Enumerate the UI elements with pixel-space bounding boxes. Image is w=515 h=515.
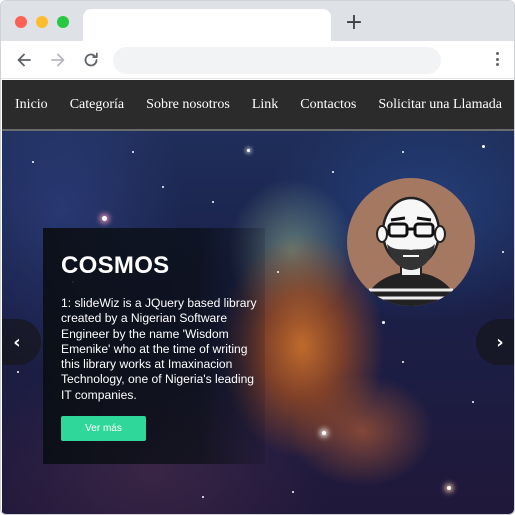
browser-window: + Inicio Categoría Sobre nosotros Link C… xyxy=(0,0,515,515)
avatar-illustration xyxy=(347,178,475,306)
back-arrow-icon[interactable] xyxy=(14,50,34,70)
maximize-window-button[interactable] xyxy=(57,16,69,28)
site-navbar: Inicio Categoría Sobre nosotros Link Con… xyxy=(2,80,514,131)
close-window-button[interactable] xyxy=(15,16,27,28)
nav-item-contactos[interactable]: Contactos xyxy=(300,80,356,130)
slide-caption: COSMOS 1: slideWiz is a JQuery based lib… xyxy=(43,228,265,464)
address-bar[interactable] xyxy=(113,47,441,74)
chevron-left-icon: ‹ xyxy=(13,331,21,353)
prev-slide-button[interactable]: ‹ xyxy=(2,319,41,365)
slide-description: 1: slideWiz is a JQuery based library cr… xyxy=(61,296,257,402)
nav-item-categoria[interactable]: Categoría xyxy=(70,80,124,130)
reload-icon[interactable] xyxy=(81,50,101,70)
nav-item-inicio[interactable]: Inicio xyxy=(15,80,48,130)
minimize-window-button[interactable] xyxy=(36,16,48,28)
next-slide-button[interactable]: › xyxy=(476,319,514,365)
nav-item-solicitar-llamada[interactable]: Solicitar una Llamada xyxy=(378,80,502,130)
chevron-right-icon: › xyxy=(496,331,504,353)
read-more-button[interactable]: Ver más xyxy=(61,416,146,442)
more-vert-icon[interactable] xyxy=(496,52,500,68)
hero-slider: COSMOS 1: slideWiz is a JQuery based lib… xyxy=(2,131,514,514)
forward-arrow-icon[interactable] xyxy=(48,50,68,70)
nav-item-sobre-nosotros[interactable]: Sobre nosotros xyxy=(146,80,230,130)
tab-strip: + xyxy=(1,1,514,42)
new-tab-button[interactable]: + xyxy=(343,12,365,34)
slide-title: COSMOS xyxy=(61,252,170,279)
browser-tab[interactable] xyxy=(83,9,331,42)
browser-toolbar xyxy=(1,41,514,79)
nav-item-link[interactable]: Link xyxy=(252,80,278,130)
